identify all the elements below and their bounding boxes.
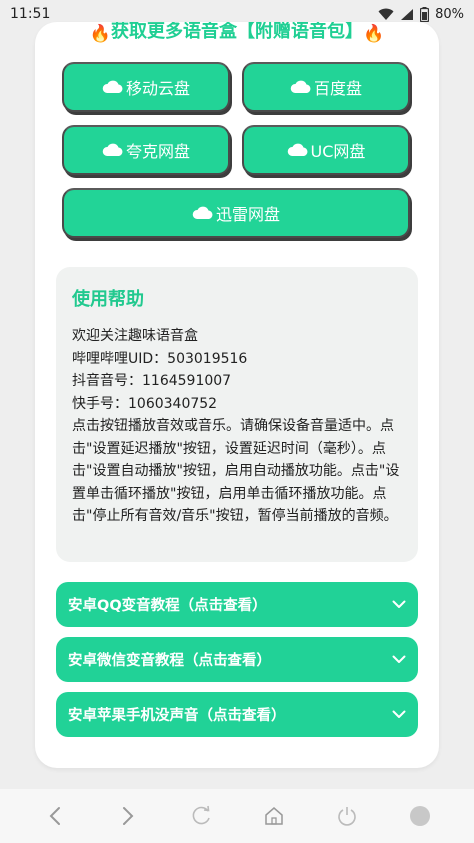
xunlei-pan-button[interactable]: 迅雷网盘	[62, 188, 410, 238]
cloud-icon	[102, 80, 124, 94]
help-line: 哔哩哔哩UID：503019516	[72, 350, 248, 367]
help-line: 欢迎关注趣味语音盒	[72, 328, 198, 344]
fire-icon: 🔥	[89, 24, 111, 44]
help-instructions: 点击按钮播放音效或音乐。请确保设备音量适中。点击"设置延迟播放"按钮，设置延迟时…	[72, 418, 400, 524]
promo-title-text: 获取更多语音盒【附赠语音包】	[111, 22, 363, 42]
button-label: 夸克网盘	[125, 142, 190, 161]
browser-nav-bar	[0, 789, 474, 843]
record-button[interactable]	[400, 796, 440, 836]
fire-icon: 🔥	[363, 24, 385, 44]
battery-percent: 80%	[435, 6, 464, 22]
button-label: UC网盘	[310, 142, 366, 161]
help-title: 使用帮助	[72, 289, 144, 310]
power-button[interactable]	[327, 796, 367, 836]
chevron-down-icon	[392, 600, 406, 608]
accordion-label: 安卓苹果手机没声音（点击查看）	[68, 708, 286, 724]
refresh-icon	[192, 805, 210, 825]
help-line: 抖音音号：1164591007	[72, 373, 232, 389]
button-label: 移动云盘	[125, 79, 190, 98]
back-button[interactable]	[35, 796, 75, 836]
baidu-pan-button[interactable]: 百度盘	[242, 62, 410, 112]
battery-icon	[420, 6, 430, 22]
help-line: 快手号：1060340752	[72, 395, 218, 412]
main-card: 🔥获取更多语音盒【附赠语音包】🔥 移动云盘 百度盘 夸克网盘 UC网盘 迅雷网盘…	[35, 22, 439, 768]
mobile-cloud-button[interactable]: 移动云盘	[62, 62, 230, 112]
accordion-label: 安卓微信变音教程（点击查看）	[68, 653, 271, 669]
accordion-qq-voice-tutorial[interactable]: 安卓QQ变音教程（点击查看）	[56, 582, 418, 627]
quark-pan-button[interactable]: 夸克网盘	[62, 125, 230, 175]
status-time: 11:51	[10, 6, 51, 22]
forward-button[interactable]	[108, 796, 148, 836]
signal-icon	[401, 8, 414, 20]
button-label: 百度盘	[313, 79, 362, 98]
help-panel: 使用帮助 欢迎关注趣味语音盒 哔哩哔哩UID：503019516 抖音音号：11…	[56, 267, 418, 562]
cloud-icon	[102, 143, 124, 157]
cloud-icon	[192, 206, 214, 220]
uc-pan-button[interactable]: UC网盘	[242, 125, 410, 175]
chevron-down-icon	[392, 710, 406, 718]
home-icon	[264, 807, 283, 825]
status-icons: 80%	[378, 6, 464, 22]
accordion-label: 安卓QQ变音教程（点击查看）	[68, 598, 267, 614]
back-icon	[49, 807, 60, 825]
record-icon	[409, 806, 430, 826]
cloud-icon	[287, 143, 309, 157]
power-icon	[337, 807, 356, 826]
accordion-wechat-voice-tutorial[interactable]: 安卓微信变音教程（点击查看）	[56, 637, 418, 682]
forward-icon	[122, 807, 133, 825]
accordion-no-sound-help[interactable]: 安卓苹果手机没声音（点击查看）	[56, 692, 418, 737]
promo-title[interactable]: 🔥获取更多语音盒【附赠语音包】🔥	[35, 22, 439, 44]
cloud-icon	[290, 80, 312, 94]
button-label: 迅雷网盘	[215, 205, 280, 224]
chevron-down-icon	[392, 655, 406, 663]
home-button[interactable]	[254, 796, 294, 836]
refresh-button[interactable]	[181, 796, 221, 836]
wifi-icon	[378, 8, 394, 20]
